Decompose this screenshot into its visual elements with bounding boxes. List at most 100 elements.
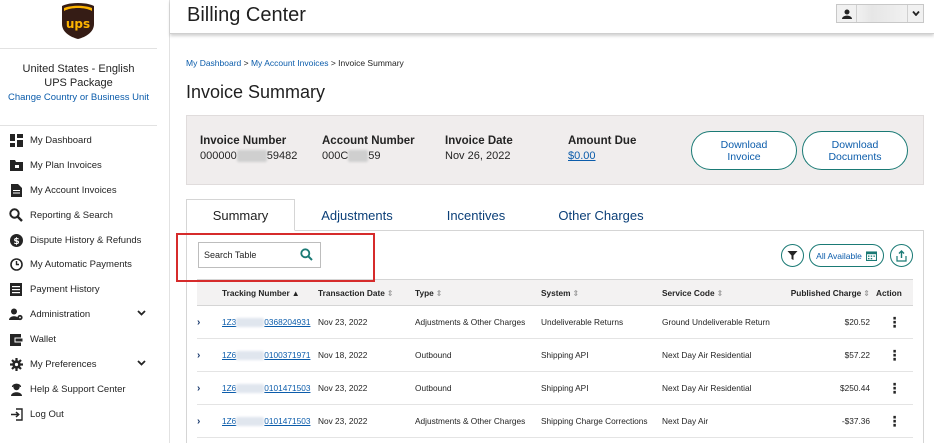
- sidebar-item-wallet[interactable]: Wallet: [0, 327, 157, 352]
- wallet-icon: [9, 333, 23, 347]
- chevron-down-icon[interactable]: [907, 5, 923, 22]
- sidebar-item-label: Help & Support Center: [30, 383, 126, 395]
- table-row: › 1Z3 0368204931 Nov 23, 2022 Adjustments…: [197, 306, 913, 339]
- invoice-number-value: 000000 59482: [200, 150, 298, 163]
- expand-row-chevron-icon[interactable]: ›: [197, 339, 222, 372]
- ups-logo[interactable]: ups: [61, 2, 95, 40]
- sidebar-item-my-dashboard[interactable]: My Dashboard: [0, 128, 157, 153]
- service-code: Next Day Air Residential: [662, 350, 752, 360]
- all-available-button[interactable]: All Available: [809, 244, 884, 267]
- row-actions-kebab-icon[interactable]: ⋮: [876, 405, 913, 438]
- tab-adjustments[interactable]: Adjustments: [306, 199, 408, 231]
- sidebar-item-dispute-history[interactable]: $ Dispute History & Refunds: [0, 228, 157, 253]
- download-documents-button[interactable]: Download Documents: [802, 131, 908, 170]
- amount-due-group: Amount Due $0.00: [568, 135, 636, 162]
- top-header: Billing Center: [170, 0, 934, 34]
- expand-row-chevron-icon[interactable]: ›: [197, 405, 222, 438]
- invoice-tabs: Summary Adjustments Incentives Other Cha…: [186, 199, 924, 231]
- invoice-date-label: Invoice Date: [445, 135, 513, 147]
- region-business-unit: UPS Package: [44, 77, 113, 89]
- column-header-type[interactable]: Type ⇕: [415, 280, 541, 306]
- sidebar: ups United States - English UPS Package …: [0, 0, 170, 443]
- system: Shipping Charge Corrections: [541, 416, 648, 426]
- sidebar-item-my-account-invoices[interactable]: My Account Invoices: [0, 178, 157, 203]
- column-header-tracking[interactable]: Tracking Number ▲︎: [222, 280, 318, 306]
- breadcrumb-separator: >: [328, 58, 339, 68]
- tab-incentives[interactable]: Incentives: [429, 199, 523, 231]
- transaction-date: Nov 18, 2022: [318, 350, 368, 360]
- row-actions-kebab-icon[interactable]: ⋮: [876, 306, 913, 339]
- expand-column-header: [197, 280, 222, 306]
- charge-type: Outbound: [415, 383, 452, 393]
- sidebar-item-label: My Account Invoices: [30, 184, 117, 196]
- filter-button[interactable]: [781, 244, 804, 267]
- expand-row-chevron-icon[interactable]: ›: [197, 372, 222, 405]
- export-icon: [896, 249, 907, 262]
- document-icon: [9, 183, 23, 197]
- sidebar-item-payment-history[interactable]: Payment History: [0, 277, 157, 302]
- calendar-icon: [865, 250, 877, 261]
- admin-icon: [9, 308, 23, 322]
- dollar-icon: $: [9, 233, 23, 247]
- service-code: Next Day Air Residential: [662, 383, 752, 393]
- support-icon: [9, 382, 23, 396]
- sidebar-item-label: My Preferences: [30, 358, 97, 370]
- expand-row-chevron-icon[interactable]: ›: [197, 306, 222, 339]
- amount-due-link[interactable]: $0.00: [568, 150, 636, 162]
- row-actions-kebab-icon[interactable]: ⋮: [876, 372, 913, 405]
- download-invoice-button[interactable]: Download Invoice: [691, 131, 797, 170]
- tracking-number-link[interactable]: 1Z6 0100371971: [222, 339, 318, 372]
- sidebar-item-automatic-payments[interactable]: My Automatic Payments: [0, 252, 157, 277]
- tracking-number-link[interactable]: 1Z6 0101471503: [222, 405, 318, 438]
- system: Shipping API: [541, 383, 589, 393]
- breadcrumb: My Dashboard > My Account Invoices > Inv…: [186, 58, 404, 68]
- sidebar-item-label: Reporting & Search: [30, 209, 113, 221]
- published-charge: -$37.36: [841, 416, 870, 426]
- sidebar-item-reporting-search[interactable]: Reporting & Search: [0, 203, 157, 228]
- sidebar-item-help-support[interactable]: Help & Support Center: [0, 377, 157, 402]
- user-menu[interactable]: [836, 4, 924, 23]
- change-country-link[interactable]: Change Country or Business Unit: [0, 92, 157, 103]
- export-button[interactable]: [890, 244, 913, 267]
- account-number-label: Account Number: [322, 135, 415, 147]
- sidebar-item-label: My Dashboard: [30, 134, 92, 146]
- table-row: › 1Z6 0100371971 Nov 18, 2022 Outbound Sh…: [197, 339, 913, 372]
- breadcrumb-account-invoices[interactable]: My Account Invoices: [251, 58, 328, 68]
- published-charge: $20.52: [844, 317, 870, 327]
- invoice-number-label: Invoice Number: [200, 135, 287, 147]
- sidebar-item-label: Dispute History & Refunds: [30, 234, 142, 246]
- column-header-published-charge[interactable]: Published Charge ⇕: [784, 280, 876, 306]
- column-header-date[interactable]: Transaction Date ⇕: [318, 280, 415, 306]
- sidebar-item-label: My Plan Invoices: [30, 159, 102, 171]
- sidebar-item-my-preferences[interactable]: My Preferences: [0, 352, 157, 377]
- tab-summary[interactable]: Summary: [186, 199, 295, 231]
- transaction-date: Nov 23, 2022: [318, 416, 368, 426]
- breadcrumb-dashboard[interactable]: My Dashboard: [186, 58, 241, 68]
- row-actions-kebab-icon[interactable]: ⋮: [876, 339, 913, 372]
- sidebar-item-label: My Automatic Payments: [30, 259, 132, 271]
- list-icon: [9, 283, 23, 297]
- column-header-action: Action: [876, 287, 902, 298]
- system: Shipping API: [541, 350, 589, 360]
- sidebar-item-my-plan-invoices[interactable]: My Plan Invoices: [0, 153, 157, 178]
- charge-type: Adjustments & Other Charges: [415, 416, 526, 426]
- service-code: Next Day Air: [662, 416, 709, 426]
- page-title: Invoice Summary: [186, 82, 326, 102]
- sidebar-item-administration[interactable]: Administration: [0, 302, 157, 327]
- transaction-date: Nov 23, 2022: [318, 383, 368, 393]
- tracking-number-link[interactable]: 1Z3 0368204931: [222, 306, 318, 339]
- account-number-group: Account Number 000C 59: [322, 135, 415, 163]
- chevron-down-icon[interactable]: [137, 310, 146, 317]
- sort-icon: ⇕: [435, 288, 443, 298]
- tab-other-charges[interactable]: Other Charges: [546, 199, 656, 231]
- svg-text:$: $: [13, 237, 19, 247]
- user-icon: [837, 5, 857, 22]
- sidebar-item-log-out[interactable]: Log Out: [0, 402, 157, 427]
- search-icon: [9, 208, 23, 222]
- column-header-system[interactable]: System ⇕: [541, 280, 662, 306]
- breadcrumb-separator: >: [241, 58, 251, 68]
- column-header-service-code[interactable]: Service Code ⇕: [662, 280, 784, 306]
- system: Undeliverable Returns: [541, 317, 624, 327]
- chevron-down-icon[interactable]: [137, 360, 146, 366]
- tracking-number-link[interactable]: 1Z6 0101471503: [222, 372, 318, 405]
